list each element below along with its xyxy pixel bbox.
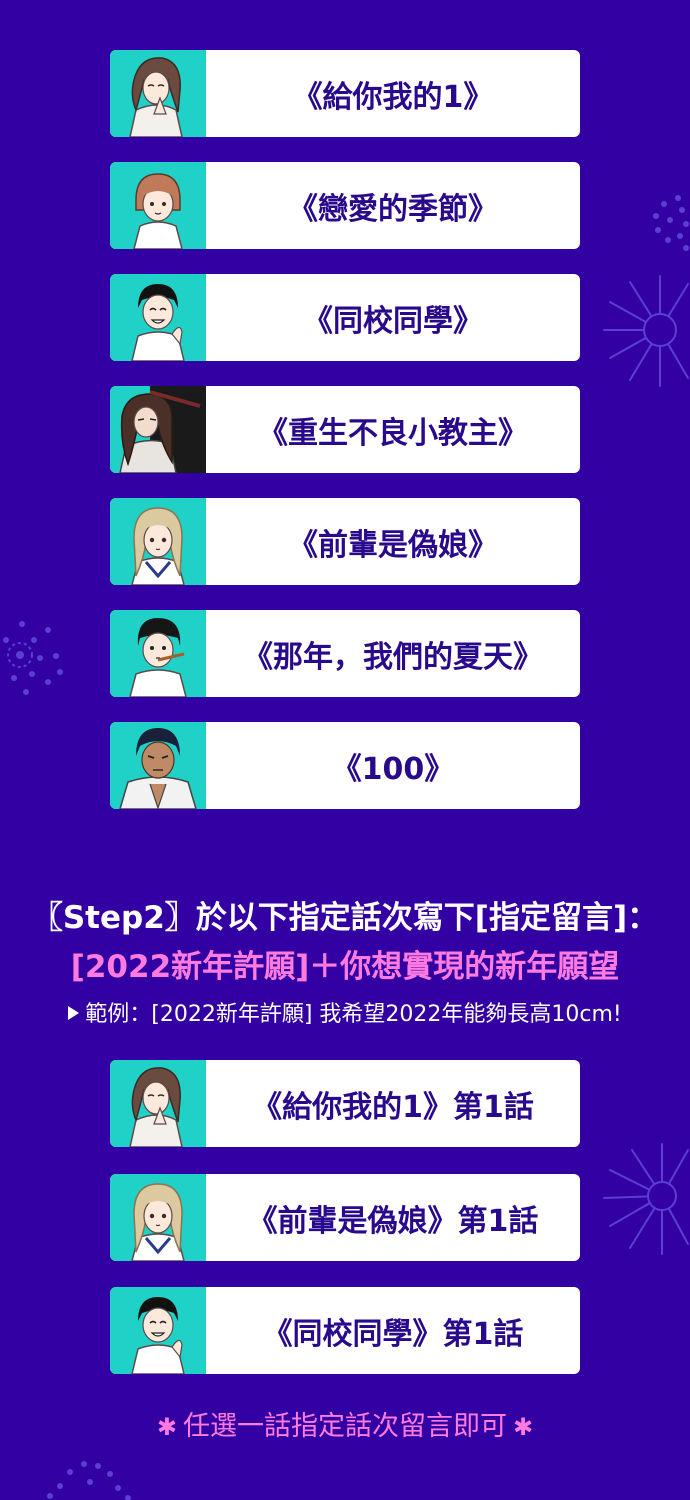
series-card-2[interactable]: 《同校同學》 (110, 274, 580, 361)
firework-decoration-right-top (653, 195, 689, 251)
series-card-0[interactable]: 《給你我的1》 (110, 50, 580, 137)
example-text: 範例：[2022新年許願] 我希望2022年能夠長高10cm! (85, 1002, 622, 1027)
firework-burst-right-lower (603, 1143, 689, 1255)
episode-card-1[interactable]: 《前輩是偽娘》第1話 (110, 1174, 580, 1261)
girl-hands-folded-avatar (110, 50, 206, 137)
series-title: 《100》 (331, 751, 455, 787)
series-card-1[interactable]: 《戀愛的季節》 (110, 162, 580, 249)
series-title: 《前輩是偽娘》 (288, 527, 498, 563)
series-title: 《重生不良小教主》 (258, 415, 528, 451)
short-hair-girl-avatar (110, 162, 206, 249)
episode-title: 《前輩是偽娘》第1話 (247, 1203, 539, 1239)
series-card-3[interactable]: 《重生不良小教主》 (110, 386, 580, 473)
smiling-boy-avatar (110, 274, 206, 361)
asterisk-icon: ✱ (156, 1413, 177, 1441)
firework-decoration-left (3, 621, 63, 695)
series-title: 《給你我的1》 (292, 79, 494, 115)
step2-wish-format: [2022新年許願]＋你想實現的新年願望 (70, 949, 620, 985)
smiling-boy-avatar (110, 1287, 206, 1374)
firework-decoration-bottom-left (47, 1461, 131, 1500)
series-title: 《那年，我們的夏天》 (243, 639, 543, 675)
footnote: ✱ 任選一話指定話次留言即可 ✱ (0, 1404, 690, 1443)
episode-card-0[interactable]: 《給你我的1》第1話 (110, 1060, 580, 1147)
series-card-5[interactable]: 《那年，我們的夏天》 (110, 610, 580, 697)
blonde-sailor-avatar (110, 1174, 206, 1261)
episode-title: 《同校同學》第1話 (262, 1316, 524, 1352)
play-triangle-icon (68, 1006, 80, 1020)
series-card-6[interactable]: 《100》 (110, 722, 580, 809)
episode-title: 《給你我的1》第1話 (252, 1089, 534, 1125)
boy-with-pencil-avatar (110, 610, 206, 697)
asterisk-icon: ✱ (513, 1413, 534, 1441)
series-title: 《戀愛的季節》 (288, 191, 498, 227)
series-title: 《同校同學》 (303, 303, 483, 339)
episode-card-2[interactable]: 《同校同學》第1話 (110, 1287, 580, 1374)
blonde-sailor-avatar (110, 498, 206, 585)
firework-burst-right-upper (603, 275, 689, 387)
girl-hands-folded-avatar (110, 1060, 206, 1147)
step2-example: 範例：[2022新年許願] 我希望2022年能夠長高10cm! (0, 996, 690, 1028)
muscular-man-avatar (110, 722, 206, 809)
series-card-4[interactable]: 《前輩是偽娘》 (110, 498, 580, 585)
footnote-text: 任選一話指定話次留言即可 (183, 1411, 507, 1442)
step2-heading: 〖Step2〗於以下指定話次寫下[指定留言]： (31, 900, 659, 936)
long-hair-man-avatar (110, 386, 206, 473)
